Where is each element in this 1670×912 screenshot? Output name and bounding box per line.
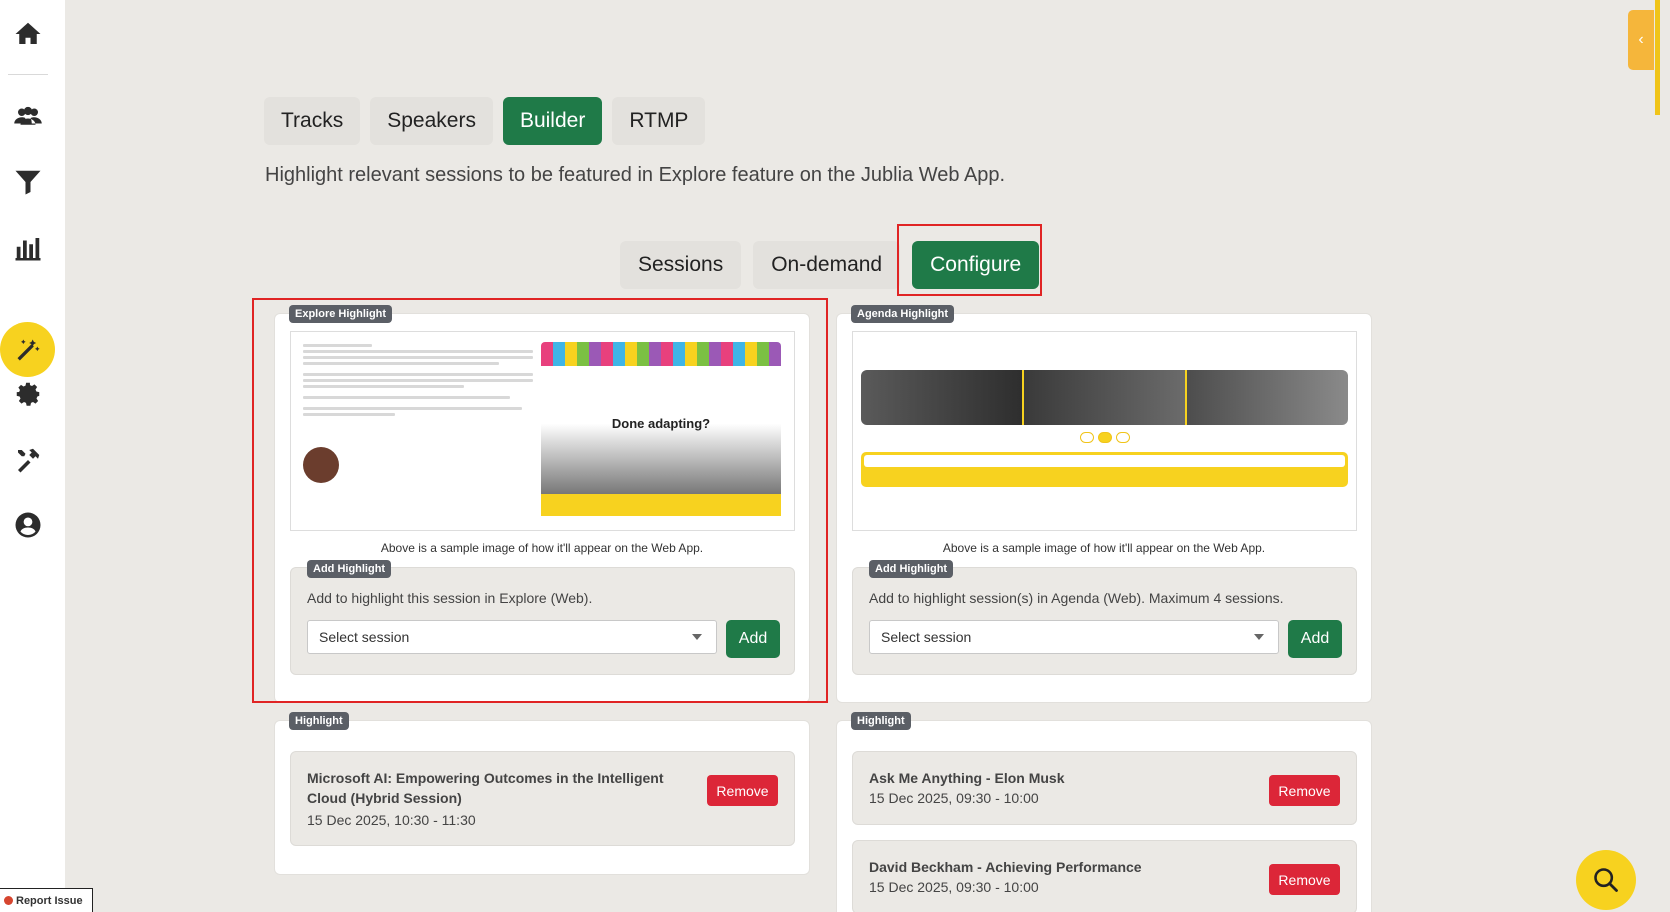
agenda-caption: Above is a sample image of how it'll app… [942, 541, 1266, 555]
users-icon[interactable] [0, 96, 55, 136]
highlight-item: Ask Me Anything - Elon Musk 15 Dec 2025,… [852, 751, 1357, 825]
chevron-down-icon [1254, 634, 1264, 640]
page-description: Highlight relevant sessions to be featur… [265, 164, 1006, 186]
sidebar [0, 0, 65, 912]
tab-tracks[interactable]: Tracks [264, 97, 361, 145]
scrollbar[interactable] [1655, 0, 1660, 115]
collapse-panel-button[interactable]: ‹ [1628, 10, 1654, 70]
highlight-title: Ask Me Anything - Elon Musk [869, 770, 1065, 786]
agenda-session-select[interactable]: Select session [869, 620, 1279, 654]
tab-builder[interactable]: Builder [502, 97, 603, 145]
tools-icon[interactable] [0, 440, 55, 480]
agenda-add-hint: Add to highlight session(s) in Agenda (W… [869, 590, 1284, 606]
preview-banner [861, 370, 1348, 425]
filter-icon[interactable] [0, 162, 55, 202]
nav-divider [8, 74, 48, 75]
highlight-title: David Beckham - Achieving Performance [869, 859, 1142, 875]
configure-highlight-box [897, 224, 1042, 296]
highlight-date: 15 Dec 2025, 10:30 - 11:30 [307, 812, 476, 828]
chart-icon[interactable] [0, 228, 55, 268]
tab-rtmp[interactable]: RTMP [612, 97, 706, 145]
agenda-highlight-panel: Agenda Highlight Above is a sample image… [836, 305, 1372, 703]
settings-icon[interactable] [0, 374, 55, 414]
highlight-item: Microsoft AI: Empowering Outcomes in the… [290, 751, 795, 846]
subtab-sessions[interactable]: Sessions [620, 241, 742, 289]
preview-pills [853, 432, 1356, 443]
agenda-add-highlight: Add Highlight Add to highlight session(s… [852, 560, 1357, 675]
magic-wand-icon[interactable] [0, 322, 55, 377]
report-issue-label: Report Issue [16, 894, 83, 907]
home-icon[interactable] [0, 14, 55, 54]
remove-button[interactable]: Remove [1269, 864, 1340, 895]
agenda-select-placeholder: Select session [881, 629, 972, 645]
search-icon [1594, 868, 1618, 892]
agenda-highlight-badge: Agenda Highlight [851, 305, 955, 323]
chevron-left-icon: ‹ [1638, 31, 1644, 48]
remove-button[interactable]: Remove [1269, 775, 1340, 806]
highlight-title: Microsoft AI: Empowering Outcomes in the… [307, 770, 664, 806]
preview-search [861, 452, 1348, 487]
bug-icon [4, 896, 13, 905]
search-button[interactable] [1576, 850, 1636, 910]
tab-speakers[interactable]: Speakers [370, 97, 493, 145]
agenda-add-button[interactable]: Add [1288, 620, 1342, 658]
builder-tabs: Tracks Speakers Builder RTMP [264, 97, 706, 145]
explore-highlight-box [252, 298, 828, 703]
report-issue-button[interactable]: Report Issue [0, 888, 93, 912]
highlight-date: 15 Dec 2025, 09:30 - 10:00 [869, 790, 1039, 806]
account-icon[interactable] [0, 505, 55, 545]
highlight-date: 15 Dec 2025, 09:30 - 10:00 [869, 879, 1039, 895]
explore-highlight-list: Highlight Microsoft AI: Empowering Outco… [274, 712, 810, 875]
highlight-item: David Beckham - Achieving Performance 15… [852, 840, 1357, 912]
explore-list-badge: Highlight [289, 712, 349, 730]
remove-button[interactable]: Remove [707, 775, 778, 806]
subtab-on-demand[interactable]: On-demand [753, 241, 901, 289]
agenda-highlight-list: Highlight Ask Me Anything - Elon Musk 15… [836, 712, 1372, 912]
agenda-list-badge: Highlight [851, 712, 911, 730]
agenda-preview-image [852, 331, 1357, 531]
agenda-add-badge: Add Highlight [869, 560, 954, 578]
